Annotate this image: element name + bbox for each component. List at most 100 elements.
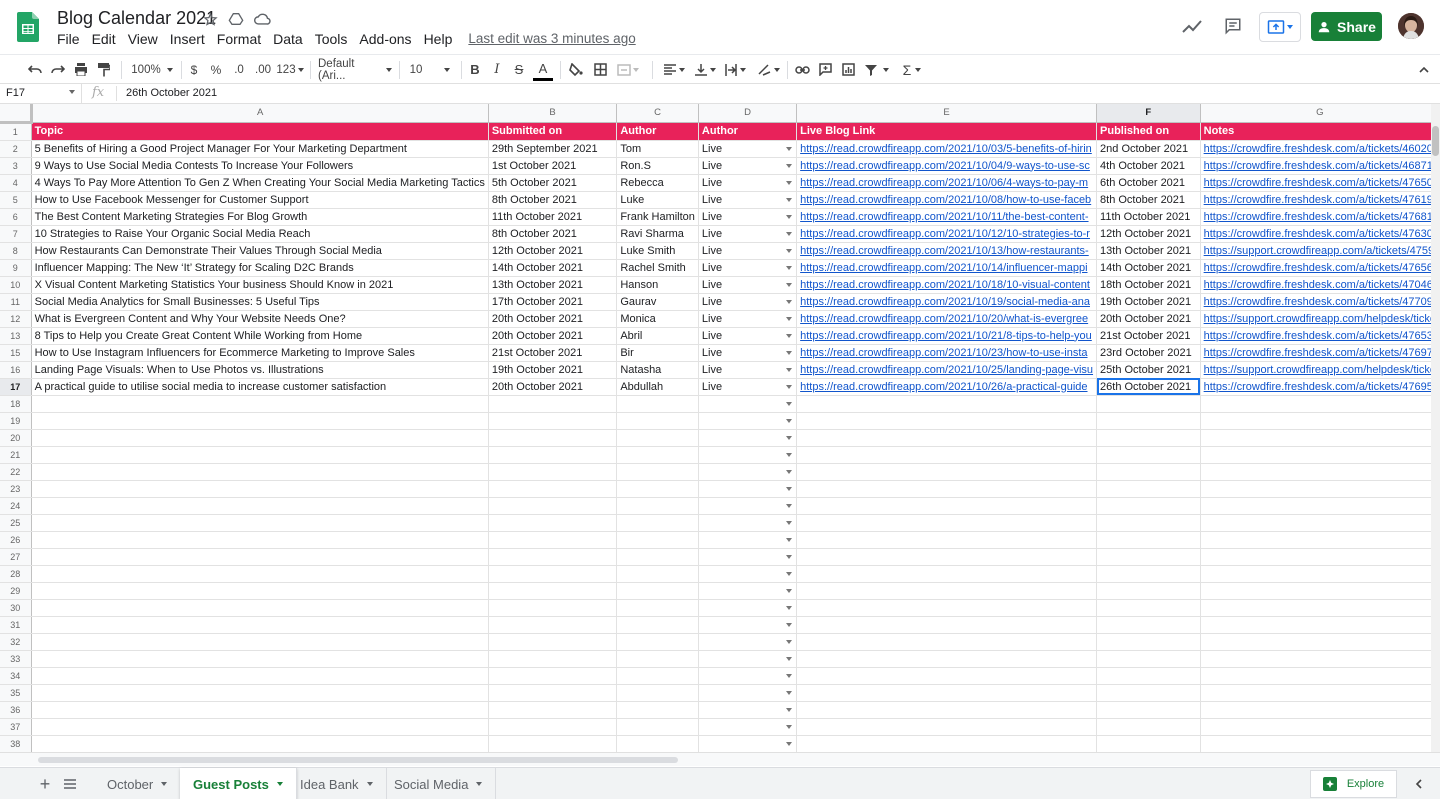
cell-notes[interactable]: https://support.crowdfireapp.com/a/ticke…: [1200, 242, 1440, 260]
empty-cell[interactable]: [1200, 633, 1440, 651]
row-header[interactable]: 15: [0, 344, 32, 362]
cell-topic[interactable]: Landing Page Visuals: When to Use Photos…: [31, 361, 489, 379]
dropdown-arrow-icon[interactable]: [786, 673, 793, 678]
cell-submitted-on[interactable]: 29th September 2021: [488, 140, 618, 158]
dropdown-arrow-icon[interactable]: [786, 282, 793, 287]
cell-topic[interactable]: X Visual Content Marketing Statistics Yo…: [31, 276, 489, 294]
row-header[interactable]: 17: [0, 378, 32, 396]
cell-author[interactable]: Ron.S: [616, 157, 699, 175]
cell-submitted-on[interactable]: 11th October 2021: [488, 208, 618, 226]
cell-live-blog-link[interactable]: https://read.crowdfireapp.com/2021/10/11…: [796, 208, 1098, 226]
row-header[interactable]: 32: [0, 633, 32, 651]
empty-cell[interactable]: [31, 429, 489, 447]
cell-published-on[interactable]: 25th October 2021: [1096, 361, 1201, 379]
empty-cell[interactable]: [616, 412, 699, 430]
empty-cell[interactable]: [31, 684, 489, 702]
empty-cell[interactable]: [796, 582, 1098, 600]
cell-submitted-on[interactable]: 20th October 2021: [488, 378, 618, 396]
text-color-button[interactable]: A: [533, 58, 553, 81]
empty-cell[interactable]: [616, 735, 699, 752]
cell-published-on[interactable]: 12th October 2021: [1096, 225, 1201, 243]
row-header[interactable]: 10: [0, 276, 32, 294]
empty-cell[interactable]: [1200, 514, 1440, 532]
cell-published-on[interactable]: 8th October 2021: [1096, 191, 1201, 209]
dropdown-arrow-icon[interactable]: [786, 248, 793, 253]
empty-cell[interactable]: [31, 565, 489, 583]
column-header-c[interactable]: C: [616, 104, 699, 123]
empty-cell[interactable]: [616, 548, 699, 566]
column-header-a[interactable]: A: [31, 104, 489, 123]
empty-cell[interactable]: [698, 429, 798, 447]
empty-cell[interactable]: [31, 701, 489, 719]
fill-color-icon[interactable]: [566, 55, 586, 84]
empty-cell[interactable]: [488, 446, 618, 464]
row-header[interactable]: 12: [0, 310, 32, 328]
sheet-tab-guest-posts[interactable]: Guest Posts: [180, 768, 297, 799]
empty-cell[interactable]: [616, 446, 699, 464]
insert-link-icon[interactable]: [792, 55, 812, 84]
cell-author[interactable]: Rachel Smith: [616, 259, 699, 277]
filter-icon[interactable]: [862, 55, 892, 84]
dropdown-arrow-icon[interactable]: [786, 503, 793, 508]
row-header[interactable]: 1: [0, 122, 32, 141]
redo-icon[interactable]: [48, 55, 68, 84]
cell-live-blog-link[interactable]: https://read.crowdfireapp.com/2021/10/13…: [796, 242, 1098, 260]
sheets-logo-icon[interactable]: [17, 12, 39, 42]
empty-cell[interactable]: [796, 599, 1098, 617]
empty-cell[interactable]: [616, 497, 699, 515]
cell-live-blog-link[interactable]: https://read.crowdfireapp.com/2021/10/06…: [796, 174, 1098, 192]
empty-cell[interactable]: [698, 667, 798, 685]
cell-live-blog-link[interactable]: https://read.crowdfireapp.com/2021/10/08…: [796, 191, 1098, 209]
empty-cell[interactable]: [1200, 548, 1440, 566]
dropdown-arrow-icon[interactable]: [786, 214, 793, 219]
cell-status[interactable]: Live: [698, 174, 798, 192]
empty-cell[interactable]: [1096, 395, 1201, 413]
empty-cell[interactable]: [698, 412, 798, 430]
cell-status[interactable]: Live: [698, 327, 798, 345]
paint-format-icon[interactable]: [94, 55, 114, 84]
cell-status[interactable]: Live: [698, 208, 798, 226]
cell-live-blog-link[interactable]: https://read.crowdfireapp.com/2021/10/25…: [796, 361, 1098, 379]
empty-cell[interactable]: [796, 616, 1098, 634]
empty-cell[interactable]: [31, 446, 489, 464]
empty-cell[interactable]: [1096, 480, 1201, 498]
empty-cell[interactable]: [1200, 599, 1440, 617]
star-icon[interactable]: [200, 9, 220, 29]
empty-cell[interactable]: [796, 395, 1098, 413]
empty-cell[interactable]: [796, 718, 1098, 736]
empty-cell[interactable]: [1200, 582, 1440, 600]
cell-notes[interactable]: https://crowdfire.freshdesk.com/a/ticket…: [1200, 276, 1440, 294]
empty-cell[interactable]: [698, 514, 798, 532]
cell-status[interactable]: Live: [698, 140, 798, 158]
cell-status[interactable]: Live: [698, 310, 798, 328]
vertical-scrollbar[interactable]: [1431, 104, 1440, 752]
header-cell-author[interactable]: Author: [616, 122, 699, 141]
row-header[interactable]: 16: [0, 361, 32, 379]
cell-live-blog-link[interactable]: https://read.crowdfireapp.com/2021/10/23…: [796, 344, 1098, 362]
menu-addons[interactable]: Add-ons: [353, 32, 417, 46]
menu-view[interactable]: View: [122, 32, 164, 46]
cloud-status-icon[interactable]: [252, 9, 272, 29]
empty-cell[interactable]: [1096, 650, 1201, 668]
empty-cell[interactable]: [1096, 599, 1201, 617]
empty-cell[interactable]: [698, 463, 798, 481]
empty-cell[interactable]: [31, 412, 489, 430]
row-header[interactable]: 37: [0, 718, 32, 736]
cell-submitted-on[interactable]: 12th October 2021: [488, 242, 618, 260]
empty-cell[interactable]: [31, 735, 489, 752]
dropdown-arrow-icon[interactable]: [786, 605, 793, 610]
empty-cell[interactable]: [31, 395, 489, 413]
empty-cell[interactable]: [488, 412, 618, 430]
dropdown-arrow-icon[interactable]: [786, 707, 793, 712]
side-panel-toggle-icon[interactable]: [1408, 769, 1428, 798]
zoom-select[interactable]: 100%: [128, 55, 176, 84]
empty-cell[interactable]: [488, 531, 618, 549]
cell-status[interactable]: Live: [698, 191, 798, 209]
empty-cell[interactable]: [1096, 531, 1201, 549]
empty-cell[interactable]: [616, 395, 699, 413]
percent-format-button[interactable]: %: [207, 55, 225, 84]
header-cell-live-blog-link[interactable]: Live Blog Link: [796, 122, 1098, 141]
empty-cell[interactable]: [31, 667, 489, 685]
borders-icon[interactable]: [590, 55, 610, 84]
empty-cell[interactable]: [796, 735, 1098, 752]
